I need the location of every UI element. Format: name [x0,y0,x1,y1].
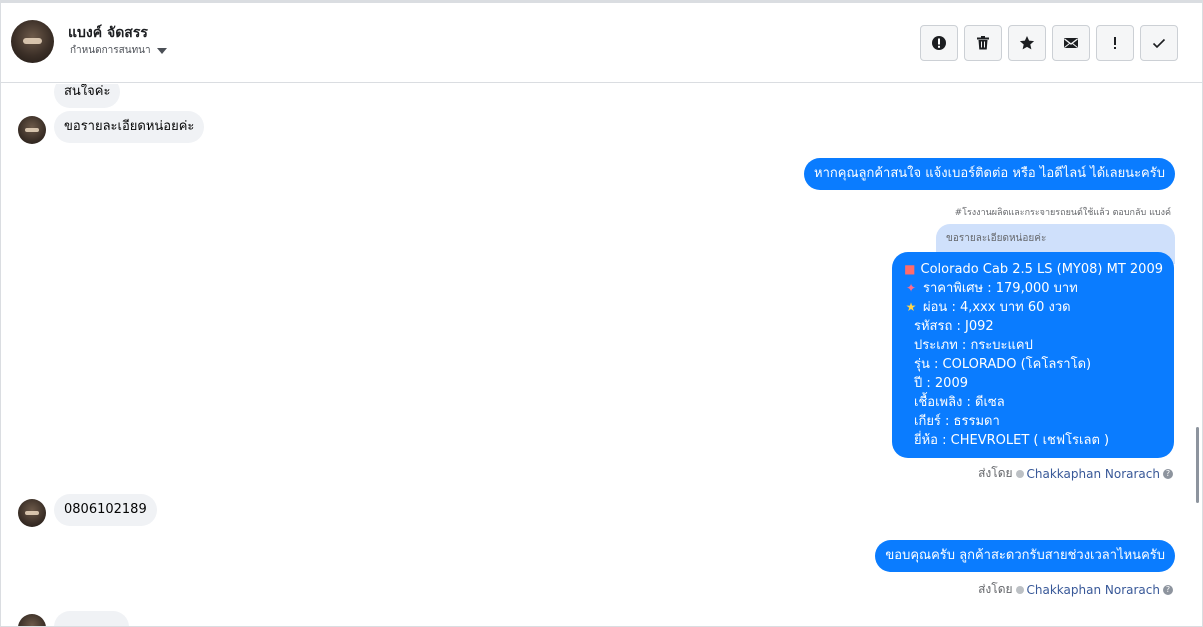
report-button[interactable] [920,25,958,61]
message-thread[interactable]: สนใจค่ะ ขอรายละเอียดหน่อยค่ะ หากคุณลูกค้… [1,84,1196,626]
car-year: ปี : 2009 [914,376,968,391]
conversation-options-label: กำหนดการสนทนา [70,45,151,56]
conversation-header: แบงค์ จัดสรร กำหนดการสนทนา [1,3,1202,83]
car-model: รุ่น : COLORADO (โคโลราโด) [914,357,1092,372]
car-installment: ผ่อน : 4,xxx บาท 60 งวด [923,300,1071,315]
conversation-options-dropdown[interactable]: กำหนดการสนทนา [70,43,167,58]
car-price: ราคาพิเศษ : 179,000 บาท [923,281,1078,296]
incoming-message[interactable]: ขอรายละเอียดหน่อยค่ะ [54,111,205,143]
car-icon: ■ [904,262,916,276]
car-gear: เกียร์ : ธรรมดา [914,414,1000,429]
pushpin-icon: ✦ [905,281,917,295]
incoming-message[interactable]: สนใจค่ะ [54,84,121,108]
important-button[interactable] [1096,25,1134,61]
done-button[interactable] [1140,25,1178,61]
car-brand: ยี่ห้อ : CHEVROLET ( เชฟโรเลต ) [914,433,1110,448]
star-button[interactable] [1008,25,1046,61]
sender-name-link[interactable]: Chakkaphan Norarach [1027,583,1160,597]
contact-avatar-small[interactable] [18,614,46,626]
help-icon[interactable]: ? [1163,468,1173,479]
outgoing-message[interactable]: ขอบคุณครับ ลูกค้าสะดวกรับสายช่วงเวลาไหนค… [875,540,1175,572]
outgoing-message[interactable]: หากคุณลูกค้าสนใจ แจ้งเบอร์ติดต่อ หรือ ไอ… [804,158,1175,190]
star-icon [1019,36,1035,50]
car-fuel: เชื้อเพลิง : ดีเซล [914,395,1005,410]
mail-button[interactable] [1052,25,1090,61]
sender-name-link[interactable]: Chakkaphan Norarach [1027,467,1160,481]
trash-icon [977,36,989,50]
contact-avatar[interactable] [11,20,54,63]
car-title: Colorado Cab 2.5 LS (MY08) MT 2009 [920,262,1163,277]
reply-context-note: #โรงงานผลิตและกระจายรถยนต์ใช้แล้ว ตอบกลั… [954,208,1171,218]
help-icon[interactable]: ? [1163,584,1173,595]
sent-by-label: ส่งโดย [978,582,1013,596]
incoming-message[interactable]: 0806102189 [54,494,157,526]
thread-scrollbar[interactable] [1196,427,1199,503]
contact-avatar-small[interactable] [18,116,46,144]
car-details-message[interactable]: ■ Colorado Cab 2.5 LS (MY08) MT 2009 ✦ ราค… [892,252,1174,458]
star-emoji-icon: ★ [905,300,917,314]
mail-icon [1064,38,1078,48]
alert-circle-icon [932,36,946,50]
contact-avatar-small[interactable] [18,499,46,527]
delete-button[interactable] [964,25,1002,61]
sent-by-line: ส่งโดย Chakkaphan Norarach ? [978,580,1173,599]
car-type: ประเภท : กระบะแคป [914,338,1033,353]
exclamation-icon [1114,37,1116,49]
action-toolbar [920,25,1178,61]
check-icon [1152,38,1166,49]
car-code: รหัสรถ : J092 [914,319,994,334]
verified-icon [1015,585,1024,594]
sent-by-label: ส่งโดย [978,466,1013,480]
messenger-window: แบงค์ จัดสรร กำหนดการสนทนา สนใจค่ะ ขอราย… [0,0,1203,627]
verified-icon [1015,469,1024,478]
sent-by-line: ส่งโดย Chakkaphan Norarach ? [978,464,1173,483]
incoming-message[interactable] [54,611,129,626]
caret-down-icon [156,47,167,54]
contact-name[interactable]: แบงค์ จัดสรร [68,22,148,44]
